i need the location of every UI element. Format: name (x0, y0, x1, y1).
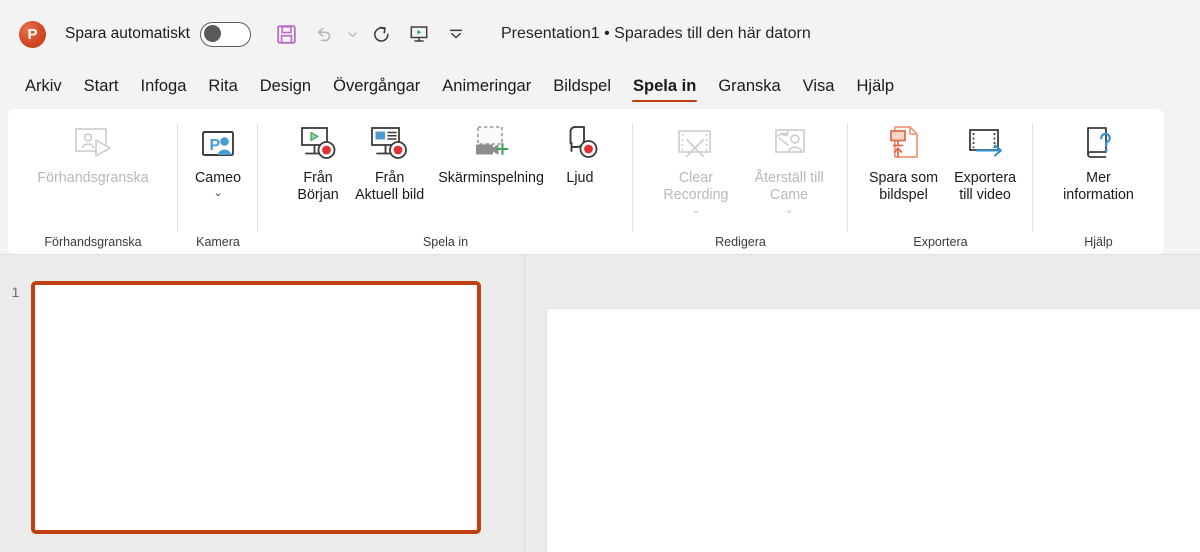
tab-label: Design (259, 76, 312, 95)
ribbon-group-label: Spela in (422, 235, 469, 249)
slide-editing-pane (525, 254, 1200, 552)
tab-label: Start (83, 76, 119, 95)
slide-canvas[interactable] (546, 308, 1200, 552)
slide-thumbnail-row[interactable]: 1 (0, 281, 481, 534)
more-info-icon (1076, 120, 1120, 168)
record-from-current-slide-button[interactable]: Från Aktuell bild (349, 118, 430, 204)
preview-button[interactable]: Förhandsgranska (31, 118, 154, 187)
slide-thumbnail-pane[interactable]: 1 (0, 254, 524, 552)
tab-granska[interactable]: Granska (707, 74, 791, 104)
tab-label: Infoga (140, 76, 187, 95)
active-tab-underline (632, 99, 698, 103)
tab-visa[interactable]: Visa (792, 74, 846, 104)
cameo-button-label: Cameo (194, 170, 242, 186)
save-as-show-button[interactable]: Spara som bildspel (863, 118, 944, 204)
ribbon-group-label: Redigera (715, 235, 766, 249)
ribbon-group-label: Kamera (196, 235, 240, 249)
record-from-current-slide-label: Från Aktuell bild (355, 170, 425, 204)
ribbon-group-label: Förhandsgranska (44, 235, 142, 249)
tab-design[interactable]: Design (249, 74, 322, 104)
tab-spela-in[interactable]: Spela in (622, 74, 707, 104)
more-info-button[interactable]: Mer information (1057, 118, 1140, 204)
reset-to-cameo-button[interactable]: Återställ till Came ⌄ (749, 118, 830, 216)
save-as-show-icon (882, 120, 926, 168)
tab-label: Hjälp (856, 76, 895, 95)
tab-label: Arkiv (25, 76, 62, 95)
tab-infoga[interactable]: Infoga (130, 74, 198, 104)
tab-label: Rita (208, 76, 238, 95)
document-title: Presentation1 • Sparades till den här da… (500, 25, 811, 42)
tab-label: Granska (718, 76, 781, 95)
tab-start[interactable]: Start (73, 74, 130, 104)
screen-recording-icon (467, 120, 515, 168)
tab-label: Spela in (633, 76, 697, 95)
record-from-beginning-button[interactable]: Från Början (289, 118, 347, 204)
save-icon[interactable] (270, 17, 304, 51)
reset-to-cameo-dropdown-caret-icon[interactable]: ⌄ (784, 205, 793, 216)
tab-animeringar[interactable]: Animeringar (431, 74, 542, 104)
record-from-beginning-label: Från Början (297, 170, 339, 204)
title-bar: P Spara automatiskt Presentation1 • Spar… (0, 0, 1200, 68)
reset-to-cameo-icon (766, 120, 812, 168)
more-options-icon[interactable] (439, 17, 473, 51)
undo-icon[interactable] (307, 17, 341, 51)
ribbon-group-spela-in: Från Början Från Aktuell bild Skärminspe… (258, 109, 633, 254)
tab-label: Bildspel (553, 76, 612, 95)
tab-rita[interactable]: Rita (197, 74, 248, 104)
audio-label: Ljud (566, 170, 594, 186)
more-info-label: Mer information (1063, 170, 1134, 204)
undo-dropdown-icon[interactable] (344, 17, 362, 51)
powerpoint-logo-icon: P (19, 20, 46, 48)
ribbon-group-label: Hjälp (1084, 235, 1113, 249)
clear-recording-dropdown-caret-icon[interactable]: ⌄ (691, 205, 700, 216)
tab-label: Övergångar (333, 76, 421, 95)
tab-label: Visa (802, 76, 835, 95)
record-from-current-slide-icon (365, 120, 415, 168)
ribbon-group-label: Exportera (913, 235, 968, 249)
svg-text:P: P (210, 137, 221, 154)
tab-overgangar[interactable]: Övergångar (322, 74, 431, 104)
preview-icon (71, 120, 115, 168)
cameo-dropdown-caret-icon[interactable]: ⌄ (213, 188, 222, 199)
autosave-toggle[interactable] (199, 21, 251, 47)
tab-label: Animeringar (442, 76, 532, 95)
ribbon-tab-strip: Arkiv Start Infoga Rita Design Övergånga… (0, 68, 1200, 109)
clear-recording-icon (673, 120, 719, 168)
ribbon-group-forhandsgranska: Förhandsgranska Förhandsgranska (8, 109, 178, 254)
save-as-show-label: Spara som bildspel (868, 170, 939, 204)
preview-button-label: Förhandsgranska (37, 170, 149, 186)
slide-number: 1 (11, 284, 20, 300)
cameo-icon: P (196, 120, 240, 168)
audio-button[interactable]: Ljud (552, 118, 608, 187)
slide-thumbnail[interactable] (31, 281, 481, 534)
tab-bildspel[interactable]: Bildspel (542, 74, 622, 104)
logo-letter: P (27, 25, 38, 43)
powerpoint-window: P Spara automatiskt Presentation1 • Spar… (0, 0, 1200, 552)
ribbon-group-kamera: P Cameo ⌄ Kamera (178, 109, 258, 254)
autosave-toggle-knob (203, 25, 221, 43)
record-from-beginning-icon (295, 120, 341, 168)
slideshow-icon[interactable] (402, 17, 436, 51)
export-to-video-icon (963, 120, 1007, 168)
screen-recording-button[interactable]: Skärminspelning (432, 118, 550, 187)
tab-hjalp[interactable]: Hjälp (845, 74, 905, 104)
workspace: 1 (0, 254, 1200, 552)
redo-icon[interactable] (365, 17, 399, 51)
clear-recording-label: Clear Recording (663, 170, 729, 204)
cameo-button[interactable]: P Cameo ⌄ (189, 118, 247, 199)
screen-recording-label: Skärminspelning (438, 170, 544, 186)
ribbon-group-hjalp: Mer information Hjälp (1033, 109, 1164, 254)
ribbon: Förhandsgranska Förhandsgranska P Cameo … (8, 109, 1164, 254)
tab-arkiv[interactable]: Arkiv (14, 74, 73, 104)
reset-to-cameo-label: Återställ till Came (754, 170, 824, 204)
export-to-video-button[interactable]: Exportera till video (948, 118, 1022, 204)
ribbon-group-redigera: Clear Recording ⌄ Återställ till Came ⌄ … (633, 109, 848, 254)
quick-access-toolbar (270, 17, 473, 51)
ribbon-group-exportera: Spara som bildspel Exportera till video … (848, 109, 1033, 254)
audio-icon (558, 120, 602, 168)
clear-recording-button[interactable]: Clear Recording ⌄ (657, 118, 734, 216)
export-to-video-label: Exportera till video (954, 170, 1017, 204)
autosave-label: Spara automatiskt (65, 25, 190, 42)
